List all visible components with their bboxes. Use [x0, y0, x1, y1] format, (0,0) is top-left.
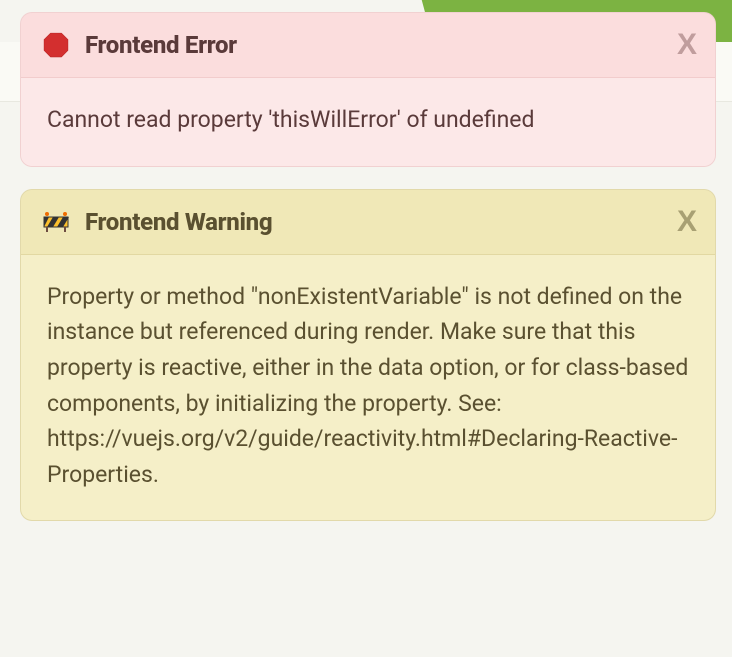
construction-icon: [43, 209, 69, 235]
error-alert-header: Frontend Error X: [21, 13, 715, 78]
warning-close-button[interactable]: X: [677, 207, 697, 237]
warning-alert-title: Frontend Warning: [85, 208, 272, 236]
stop-sign-icon: [43, 32, 69, 58]
warning-alert-header: Frontend Warning X: [21, 190, 715, 255]
warning-alert-message: Property or method "nonExistentVariable"…: [21, 255, 715, 521]
error-alert-message: Cannot read property 'thisWillError' of …: [21, 78, 715, 166]
error-alert-title: Frontend Error: [85, 31, 237, 59]
error-close-button[interactable]: X: [677, 30, 697, 60]
error-alert: Frontend Error X Cannot read property 't…: [20, 12, 716, 167]
warning-alert: Frontend Warning X Property or method "n…: [20, 189, 716, 522]
